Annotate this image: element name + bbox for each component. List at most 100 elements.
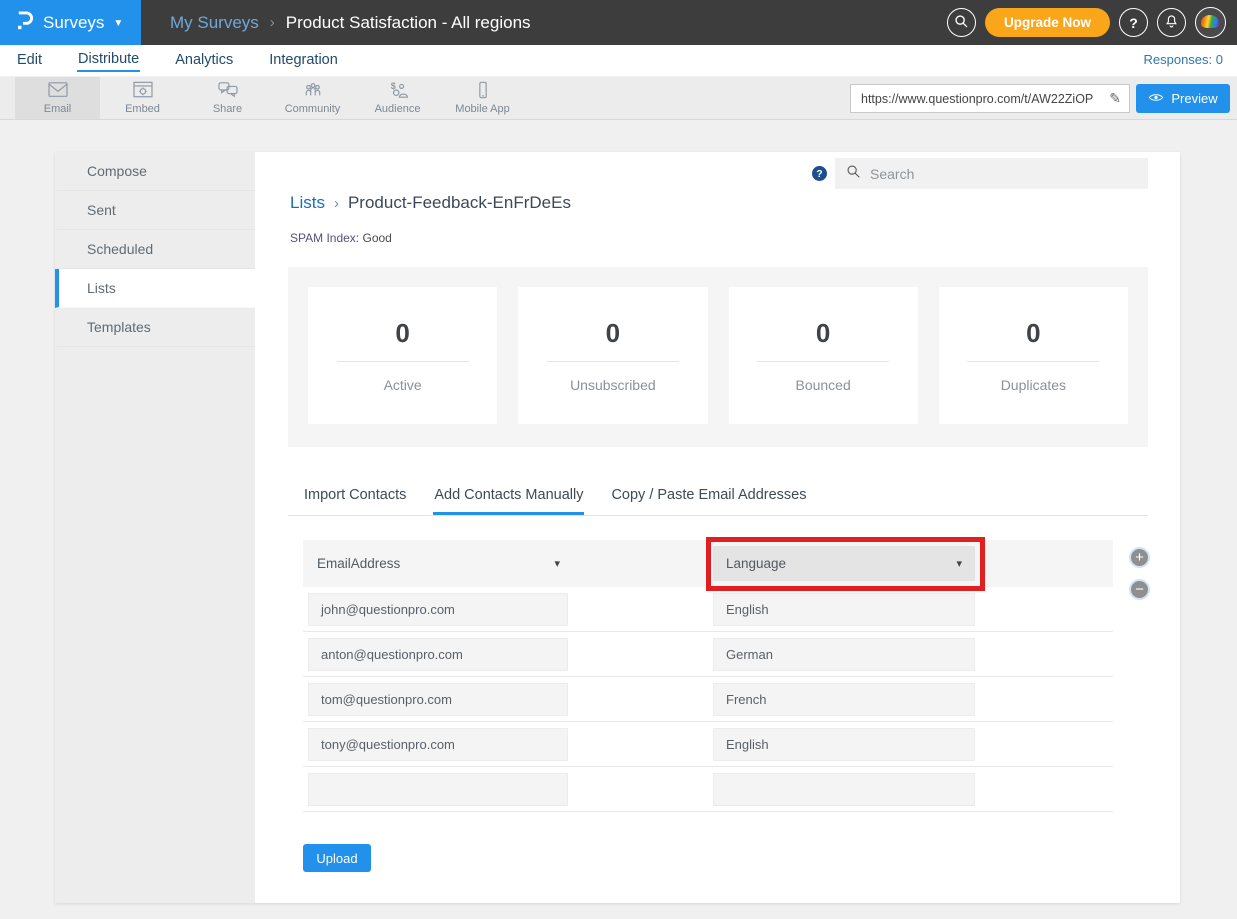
channel-audience[interactable]: $ Audience xyxy=(355,77,440,119)
channel-label: Mobile App xyxy=(455,103,509,115)
questionpro-logo-icon xyxy=(15,10,34,36)
search-icon xyxy=(954,14,969,32)
language-column-dropdown[interactable]: Language ▾ xyxy=(713,546,975,581)
preview-button[interactable]: Preview xyxy=(1136,84,1230,113)
channel-label: Community xyxy=(285,103,341,115)
chevron-down-icon: ▾ xyxy=(956,557,962,570)
sidebar-item-scheduled[interactable]: Scheduled xyxy=(55,230,255,269)
tab-edit[interactable]: Edit xyxy=(16,50,43,71)
breadcrumb-my-surveys[interactable]: My Surveys xyxy=(170,13,259,33)
language-column-label: Language xyxy=(726,556,786,571)
channel-email[interactable]: Email xyxy=(15,77,100,119)
edit-pencil-icon[interactable]: ✎ xyxy=(1109,90,1129,107)
channel-mobile-app[interactable]: Mobile App xyxy=(440,77,525,119)
survey-nav-bar: Edit Distribute Analytics Integration Re… xyxy=(0,45,1237,76)
stat-value: 0 xyxy=(395,318,409,349)
distribute-channels: Email Embed Share Community $ Audience xyxy=(15,77,525,119)
table-row: tom@questionpro.com French xyxy=(303,677,1113,722)
language-input[interactable]: English xyxy=(713,593,975,626)
svg-text:$: $ xyxy=(390,81,395,91)
table-row xyxy=(303,767,1113,812)
email-input[interactable]: tom@questionpro.com xyxy=(308,683,568,716)
stat-card-duplicates: 0 Duplicates xyxy=(939,287,1128,424)
stat-card-bounced: 0 Bounced xyxy=(729,287,918,424)
sidebar-item-templates[interactable]: Templates xyxy=(55,308,255,347)
help-icon[interactable]: ? xyxy=(812,166,827,181)
table-row: tony@questionpro.com English xyxy=(303,722,1113,767)
add-row-button[interactable]: + xyxy=(1129,547,1150,568)
divider xyxy=(757,361,889,362)
chevron-down-icon: ▾ xyxy=(554,557,560,570)
mobile-phone-icon xyxy=(472,81,494,102)
breadcrumb-separator: › xyxy=(334,195,339,212)
tab-integration[interactable]: Integration xyxy=(268,50,339,71)
contacts-tabs: Import Contacts Add Contacts Manually Co… xyxy=(288,478,1148,516)
minus-icon: − xyxy=(1135,582,1144,597)
channel-community[interactable]: Community xyxy=(270,77,355,119)
email-input[interactable]: anton@questionpro.com xyxy=(308,638,568,671)
divider xyxy=(967,361,1099,362)
email-column-dropdown[interactable]: EmailAddress ▾ xyxy=(317,540,560,587)
user-avatar[interactable] xyxy=(1195,7,1226,38)
stat-value: 0 xyxy=(1026,318,1040,349)
channel-embed[interactable]: Embed xyxy=(100,77,185,119)
breadcrumb-lists-link[interactable]: Lists xyxy=(290,193,325,212)
channel-label: Share xyxy=(213,103,242,115)
tab-add-contacts-manually[interactable]: Add Contacts Manually xyxy=(433,478,584,515)
spam-index-value: Good xyxy=(362,231,391,245)
language-input[interactable]: French xyxy=(713,683,975,716)
contacts-table-header: EmailAddress ▾ Language ▾ xyxy=(303,540,1113,587)
topbar-actions: Upgrade Now ? xyxy=(947,0,1226,45)
stat-value: 0 xyxy=(816,318,830,349)
search-button[interactable] xyxy=(947,8,976,37)
tab-distribute[interactable]: Distribute xyxy=(77,49,140,72)
stat-value: 0 xyxy=(606,318,620,349)
tab-copy-paste-emails[interactable]: Copy / Paste Email Addresses xyxy=(610,478,807,515)
upload-button[interactable]: Upload xyxy=(303,844,371,872)
remove-row-button[interactable]: − xyxy=(1129,579,1150,600)
email-input[interactable]: tony@questionpro.com xyxy=(308,728,568,761)
distribute-toolbar: Email Embed Share Community $ Audience xyxy=(0,77,1237,120)
dollar-people-icon: $ xyxy=(387,81,409,102)
list-name: Product-Feedback-EnFrDeEs xyxy=(348,193,571,212)
avatar-logo-icon xyxy=(1201,15,1219,28)
list-stats-panel: 0 Active 0 Unsubscribed 0 Bounced 0 Dupl… xyxy=(288,267,1148,447)
stat-label: Bounced xyxy=(795,377,850,393)
language-input[interactable] xyxy=(713,773,975,806)
sidebar-item-lists[interactable]: Lists xyxy=(55,269,255,308)
stat-label: Duplicates xyxy=(1001,377,1066,393)
help-button[interactable]: ? xyxy=(1119,8,1148,37)
surveys-menu[interactable]: Surveys ▼ xyxy=(0,0,141,45)
language-input[interactable]: German xyxy=(713,638,975,671)
upgrade-now-button[interactable]: Upgrade Now xyxy=(985,8,1110,37)
list-breadcrumb: Lists › Product-Feedback-EnFrDeEs xyxy=(290,193,571,213)
bell-icon xyxy=(1164,14,1179,32)
notifications-button[interactable] xyxy=(1157,8,1186,37)
list-search-input[interactable] xyxy=(870,166,1148,182)
search-icon xyxy=(846,164,861,184)
top-app-bar: Surveys ▼ My Surveys › Product Satisfact… xyxy=(0,0,1237,45)
table-row: john@questionpro.com English xyxy=(303,587,1113,632)
survey-url-field: ✎ xyxy=(850,84,1130,113)
email-sidebar: Compose Sent Scheduled Lists Templates xyxy=(55,152,255,903)
channel-label: Embed xyxy=(125,103,160,115)
eye-icon xyxy=(1148,91,1164,106)
survey-url-input[interactable] xyxy=(851,92,1109,106)
divider xyxy=(547,361,679,362)
people-group-icon xyxy=(302,81,324,102)
email-input[interactable] xyxy=(308,773,568,806)
tab-import-contacts[interactable]: Import Contacts xyxy=(303,478,407,515)
stat-card-active: 0 Active xyxy=(308,287,497,424)
email-input[interactable]: john@questionpro.com xyxy=(308,593,568,626)
envelope-icon xyxy=(47,81,69,102)
breadcrumb-separator: › xyxy=(270,14,275,31)
language-input[interactable]: English xyxy=(713,728,975,761)
channel-share[interactable]: Share xyxy=(185,77,270,119)
plus-icon: + xyxy=(1135,550,1144,565)
sidebar-item-sent[interactable]: Sent xyxy=(55,191,255,230)
tab-analytics[interactable]: Analytics xyxy=(174,50,234,71)
channel-label: Email xyxy=(44,103,72,115)
channel-label: Audience xyxy=(375,103,421,115)
email-column-label: EmailAddress xyxy=(317,556,400,571)
sidebar-item-compose[interactable]: Compose xyxy=(55,152,255,191)
